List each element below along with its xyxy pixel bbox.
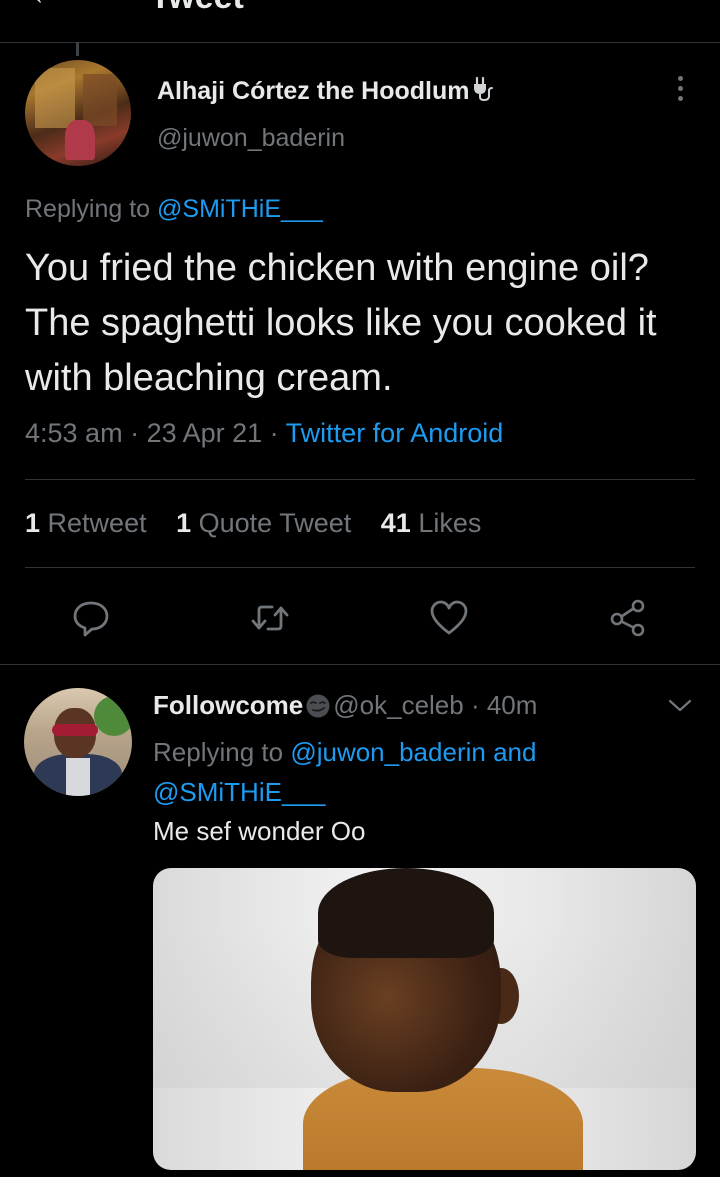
replying-to-line: Replying to @SMiTHiE___ [25,195,323,224]
avatar[interactable] [24,688,132,796]
mention-link[interactable]: @SMiTHiE___ [157,195,323,223]
reply-media-image[interactable] [153,868,696,1170]
divider [25,479,695,480]
back-arrow-icon[interactable]: ← [30,0,60,12]
retweets-label: Retweet [40,508,147,538]
heart-icon[interactable] [429,598,469,638]
tweet-author-name[interactable]: Alhaji Córtez the Hoodlum [157,76,494,106]
replying-prefix: Replying to [25,195,158,223]
top-bar: ← Tweet [0,0,720,43]
likes-stat[interactable]: 41 Likes [381,508,482,538]
meta-separator: · [122,418,147,448]
quotes-count: 1 [176,508,192,538]
quote-tweets-stat[interactable]: 1 Quote Tweet [176,508,351,538]
page-title: Tweet [150,0,244,17]
likes-label: Likes [410,508,482,538]
tweet-text: You fried the chicken with engine oil? T… [25,247,657,399]
replying-prefix: Replying to [153,737,291,767]
section-divider [0,664,720,665]
share-icon[interactable] [608,598,648,638]
retweets-count: 1 [25,508,41,538]
retweets-stat[interactable]: 1 Retweet [25,508,147,538]
thread-connector-line [76,42,79,56]
tweet-stats: 1 Retweet 1 Quote Tweet 41 Likes [25,508,503,539]
tweet-author-handle[interactable]: @juwon_baderin [157,124,345,153]
header-separator: · [463,690,487,720]
quotes-label: Quote Tweet [191,508,352,538]
reply-text: Me sef wonder Oo [153,816,366,846]
author-name-text: Alhaji Córtez the Hoodlum [157,77,470,105]
plug-icon [473,76,493,102]
more-vertical-icon[interactable] [672,76,688,108]
reply-age[interactable]: 40m [487,690,538,720]
mention-link[interactable]: @juwon_baderin [290,737,486,767]
likes-count: 41 [380,508,411,538]
reply-author-name[interactable]: Followcome [153,690,303,720]
tweet-date[interactable]: 23 Apr 21 [147,418,263,448]
tweet-meta: 4:53 am · 23 Apr 21 · Twitter for Androi… [25,418,503,449]
avatar[interactable] [25,60,131,166]
mention-link[interactable]: @SMiTHiE___ [153,777,325,807]
smirking-face-emoji-icon [306,694,330,718]
reply-author-handle[interactable]: @ok_celeb [333,690,463,720]
mention-join: and [485,737,537,767]
reply-icon[interactable] [71,598,111,638]
tweet-source-link[interactable]: Twitter for Android [286,418,504,448]
chevron-down-icon[interactable] [667,696,693,716]
reply-header: Followcome @ok_celeb · 40m [153,690,537,721]
meta-separator: · [262,418,286,448]
tweet-time: 4:53 am [25,418,123,448]
divider [25,567,695,568]
retweet-icon[interactable] [250,598,290,638]
reply-replying-to-line: Replying to @juwon_baderin and @SMiTHiE_… [153,732,673,812]
